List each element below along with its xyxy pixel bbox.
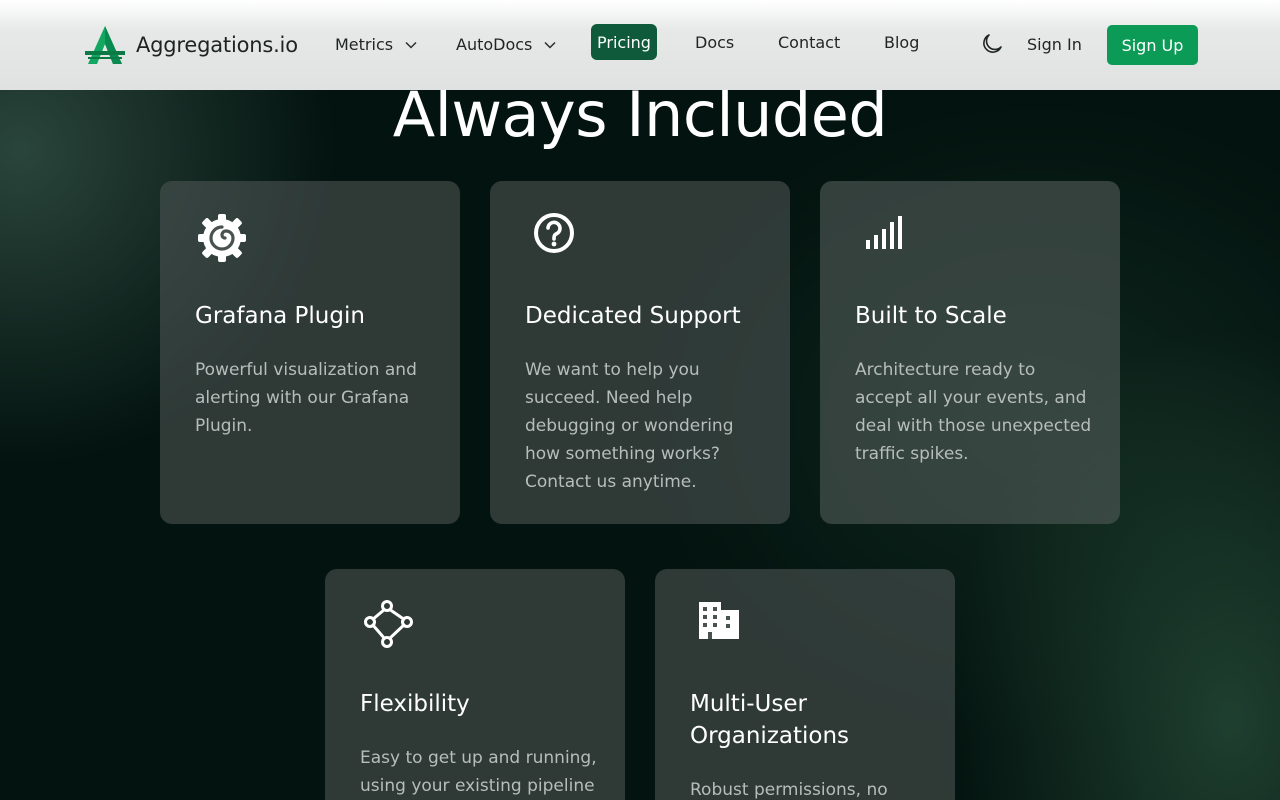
feature-card-scale: Built to Scale Architecture ready to acc…: [820, 181, 1120, 524]
card-description: Powerful visualization and alerting with…: [195, 360, 417, 436]
nav-contact-link[interactable]: Contact: [778, 33, 840, 52]
sign-in-link[interactable]: Sign In: [1027, 35, 1082, 54]
nav-blog-label: Blog: [884, 33, 920, 52]
nav-docs-link[interactable]: Docs: [695, 33, 734, 52]
sign-up-button[interactable]: Sign Up: [1107, 25, 1198, 65]
nav-autodocs-label: AutoDocs: [456, 35, 533, 54]
chevron-down-icon: [405, 41, 417, 49]
buildings-icon: [699, 602, 739, 639]
top-navbar: Aggregations.io Metrics AutoDocs Pricing…: [0, 0, 1280, 90]
nav-pricing-link[interactable]: Pricing: [591, 24, 657, 60]
card-description: Easy to get up and running, using your e…: [360, 748, 597, 796]
brand-name: Aggregations.io: [136, 33, 298, 57]
feature-card-flexibility: Flexibility Easy to get up and running, …: [325, 569, 625, 800]
feature-card-support: Dedicated Support We want to help you su…: [490, 181, 790, 524]
brand-logo-link[interactable]: Aggregations.io: [84, 24, 298, 66]
moon-icon[interactable]: [980, 32, 1004, 56]
nav-contact-label: Contact: [778, 33, 841, 52]
nav-pricing-label: Pricing: [597, 32, 651, 52]
nav-metrics-dropdown[interactable]: Metrics: [335, 35, 417, 54]
feature-card-organizations: Multi-User Organizations Robust permissi…: [655, 569, 955, 800]
card-description: Robust permissions, no: [690, 780, 888, 800]
aggregations-logo-icon: [85, 26, 125, 64]
nav-blog-link[interactable]: Blog: [884, 33, 919, 52]
nodes-icon: [364, 600, 413, 648]
card-title: Dedicated Support: [525, 303, 741, 329]
card-title: Multi-User Organizations: [690, 691, 850, 749]
nav-docs-label: Docs: [695, 33, 735, 52]
card-title: Grafana Plugin: [195, 303, 365, 329]
chevron-down-icon: [544, 41, 556, 49]
card-description: Architecture ready to accept all your ev…: [855, 360, 1092, 464]
card-title: Flexibility: [360, 691, 470, 717]
nav-metrics-label: Metrics: [335, 35, 394, 54]
feature-card-grafana: Grafana Plugin Powerful visualization an…: [160, 181, 460, 524]
signal-bars-icon: [866, 216, 902, 249]
grafana-icon: [198, 214, 246, 262]
card-title: Built to Scale: [855, 303, 1007, 329]
nav-autodocs-dropdown[interactable]: AutoDocs: [456, 35, 556, 54]
card-description: We want to help you succeed. Need help d…: [525, 360, 734, 492]
question-circle-icon: [534, 213, 574, 253]
